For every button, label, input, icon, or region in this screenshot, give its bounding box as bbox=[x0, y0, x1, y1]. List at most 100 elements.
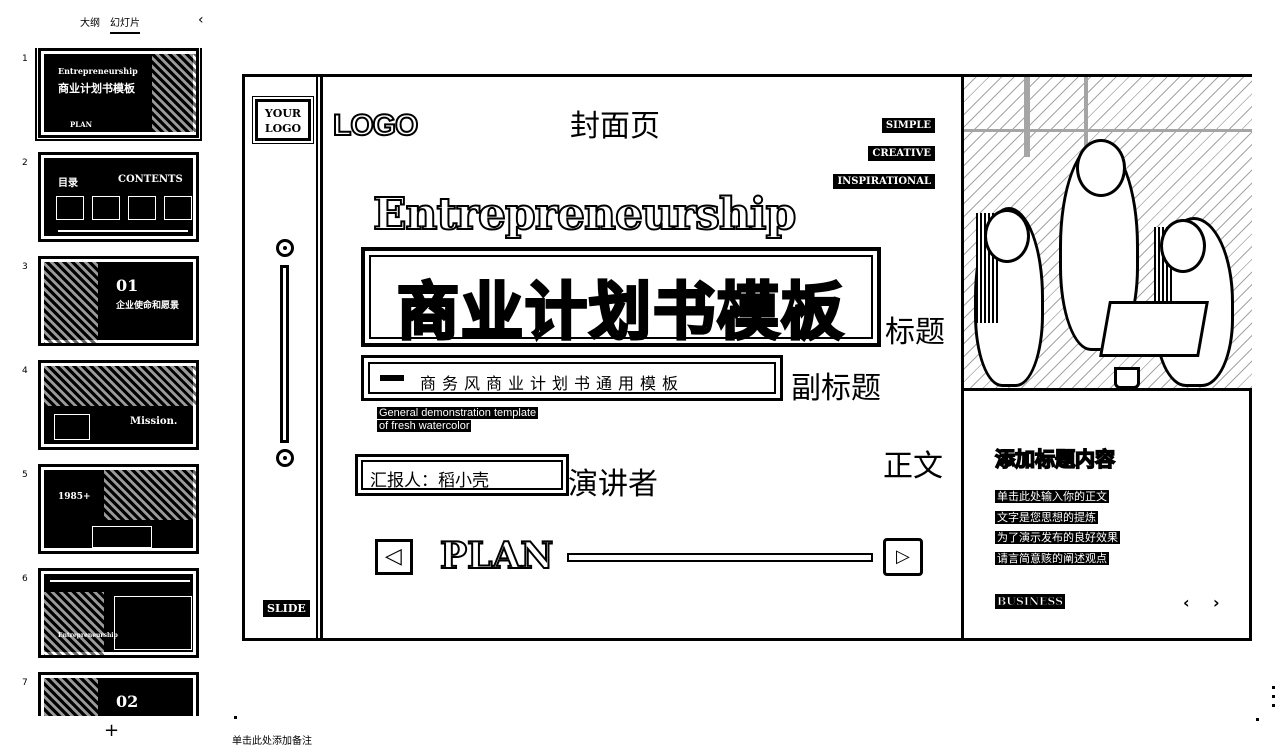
logo-text[interactable]: LOGO bbox=[332, 108, 419, 143]
thumbnail-bg: 目录 CONTENTS bbox=[44, 158, 193, 236]
annotation-title[interactable]: 标题 bbox=[885, 307, 945, 351]
team-photo[interactable] bbox=[964, 77, 1252, 391]
thumb-box bbox=[92, 196, 120, 220]
thumb-box bbox=[164, 196, 192, 220]
plan-next-icon[interactable] bbox=[883, 538, 923, 576]
slide-thumbnail-1[interactable]: Entrepreneurship 商业计划书模板 PLAN bbox=[35, 48, 202, 141]
thumbnail-row: 5 1985+ bbox=[0, 464, 216, 554]
thumb-text: Mission. bbox=[130, 416, 178, 427]
slide-number: 1 bbox=[22, 54, 28, 64]
thumbnail-row: 1 Entrepreneurship 商业计划书模板 PLAN bbox=[0, 48, 216, 141]
notes-handle bbox=[234, 716, 237, 719]
annotation-cover[interactable]: 封面页 bbox=[570, 101, 660, 145]
thumb-photo bbox=[44, 262, 98, 343]
thumbnail-bg: Entrepreneurship bbox=[44, 574, 193, 655]
logo-box-line: YOUR bbox=[264, 107, 302, 120]
add-slide-icon[interactable]: + bbox=[104, 720, 119, 741]
resize-handle-icon[interactable] bbox=[1272, 686, 1276, 713]
cup-shape bbox=[1114, 367, 1140, 388]
slide-thumbnail-4[interactable]: Mission. bbox=[38, 360, 199, 450]
tag-label[interactable]: SIMPLE bbox=[881, 118, 935, 133]
thumb-box bbox=[54, 414, 90, 440]
side-body-line: 为了演示发布的良好效果 bbox=[995, 531, 1120, 544]
slide-label: SLIDE bbox=[263, 600, 310, 617]
thumbnail-list: 1 Entrepreneurship 商业计划书模板 PLAN 2 目录 CON… bbox=[0, 48, 216, 716]
thumb-text: 目录 bbox=[58, 178, 78, 189]
annotation-body[interactable]: 正文 bbox=[883, 441, 943, 485]
logo-box: YOUR LOGO bbox=[252, 96, 314, 144]
chevron-right-icon[interactable]: › bbox=[1213, 593, 1220, 612]
side-title[interactable]: 添加标题内容 bbox=[994, 443, 1116, 472]
slide-number: 2 bbox=[22, 158, 28, 168]
thumb-line bbox=[50, 580, 190, 582]
head-shape bbox=[1160, 219, 1206, 273]
side-body[interactable]: 单击此处输入你的正文 文字是您思想的提炼 为了演示发布的良好效果 请言简意赅的阐… bbox=[995, 487, 1120, 569]
thumb-text: PLAN bbox=[70, 120, 93, 129]
corner-dot bbox=[1256, 718, 1259, 721]
slide-number: 3 bbox=[22, 262, 28, 272]
slide-thumbnail-panel: 大纲 幻灯片 ‹ 1 Entrepreneurship 商业计划书模板 PLAN… bbox=[0, 0, 216, 755]
dash-icon bbox=[380, 375, 404, 381]
thumbnail-bg: Mission. bbox=[44, 366, 196, 444]
presenter-name: 汇报人：稻小壳 bbox=[370, 471, 489, 491]
thumb-box bbox=[92, 526, 152, 548]
notes-input[interactable]: 单击此处添加备注 bbox=[232, 732, 312, 747]
laptop-shape bbox=[1099, 301, 1209, 357]
thumb-box bbox=[56, 196, 84, 220]
annotation-presenter[interactable]: 演讲者 bbox=[568, 459, 658, 503]
slide-thumbnail-5[interactable]: 1985+ bbox=[38, 464, 199, 554]
thumbnail-row: 3 01 企业使命和愿景 bbox=[0, 256, 216, 346]
side-body-line: 文字是您思想的提炼 bbox=[995, 510, 1098, 524]
logo-box-line: LOGO bbox=[264, 122, 302, 135]
slide-thumbnail-6[interactable]: Entrepreneurship bbox=[38, 568, 199, 658]
thumb-photo bbox=[152, 54, 196, 132]
head-shape bbox=[984, 209, 1030, 263]
decor-circle-icon bbox=[276, 239, 294, 257]
business-label[interactable]: BUSINESS bbox=[995, 594, 1066, 609]
thumbnail-bg: 02 bbox=[44, 678, 193, 716]
subtitle-box[interactable]: 商务风商业计划书通用模板 bbox=[361, 355, 783, 401]
slide-thumbnail-3[interactable]: 01 企业使命和愿景 bbox=[38, 256, 199, 346]
slide-thumbnail-7[interactable]: 02 bbox=[38, 672, 199, 716]
collapse-panel-icon[interactable]: ‹ bbox=[198, 12, 204, 28]
tab-slides[interactable]: 幻灯片 bbox=[110, 14, 140, 34]
chevron-left-icon[interactable]: ‹ bbox=[1183, 593, 1190, 612]
side-body-line: 单击此处输入你的正文 bbox=[995, 490, 1109, 503]
plan-prev-icon[interactable] bbox=[375, 539, 413, 575]
panel-tabs: 大纲 幻灯片 bbox=[0, 14, 216, 34]
slide-left-strip: YOUR LOGO SLIDE bbox=[245, 77, 323, 638]
plan-label[interactable]: PLAN bbox=[439, 534, 554, 578]
thumb-box bbox=[128, 196, 156, 220]
thumb-text: 01 bbox=[116, 276, 139, 295]
slide-number: 5 bbox=[22, 470, 28, 480]
annotation-subtitle[interactable]: 副标题 bbox=[791, 363, 881, 407]
title-english[interactable]: Entrepreneurship bbox=[372, 188, 797, 241]
plan-bar bbox=[567, 553, 873, 562]
thumb-photo bbox=[44, 592, 104, 655]
tag-label[interactable]: INSPIRATIONAL bbox=[833, 174, 935, 189]
thumb-photo bbox=[44, 366, 196, 406]
thumb-text: Entrepreneurship bbox=[58, 66, 138, 76]
tab-outline[interactable]: 大纲 bbox=[80, 14, 100, 29]
thumbnail-bg: 1985+ bbox=[44, 470, 196, 548]
tag-label[interactable]: CREATIVE bbox=[868, 146, 935, 161]
thumb-text: CONTENTS bbox=[118, 174, 183, 185]
subtitle-english[interactable]: General demonstration template of fresh … bbox=[377, 407, 567, 433]
head-shape bbox=[1076, 139, 1126, 197]
thumb-line bbox=[58, 230, 188, 232]
thumb-box bbox=[114, 596, 192, 650]
decor-circle-icon bbox=[276, 449, 294, 467]
title-chinese-box[interactable]: 商业计划书模板 bbox=[361, 247, 881, 350]
subtitle-chinese: 商务风商业计划书通用模板 bbox=[420, 374, 685, 393]
title-chinese: 商业计划书模板 bbox=[395, 274, 845, 350]
slide-number: 4 bbox=[22, 366, 28, 376]
slide-number: 6 bbox=[22, 574, 28, 584]
presenter-box[interactable]: 汇报人：稻小壳 bbox=[355, 454, 569, 496]
thumb-photo bbox=[44, 678, 98, 716]
side-body-line: 请言简意赅的阐述观点 bbox=[995, 551, 1109, 565]
subtitle-english-line: of fresh watercolor bbox=[377, 420, 472, 432]
slide-thumbnail-2[interactable]: 目录 CONTENTS bbox=[38, 152, 199, 242]
thumb-text: 企业使命和愿景 bbox=[116, 301, 180, 311]
thumb-text: 商业计划书模板 bbox=[58, 82, 135, 95]
slide-canvas[interactable]: YOUR LOGO SLIDE LOGO 封面页 SIMPLE CREATIVE… bbox=[242, 74, 1252, 641]
